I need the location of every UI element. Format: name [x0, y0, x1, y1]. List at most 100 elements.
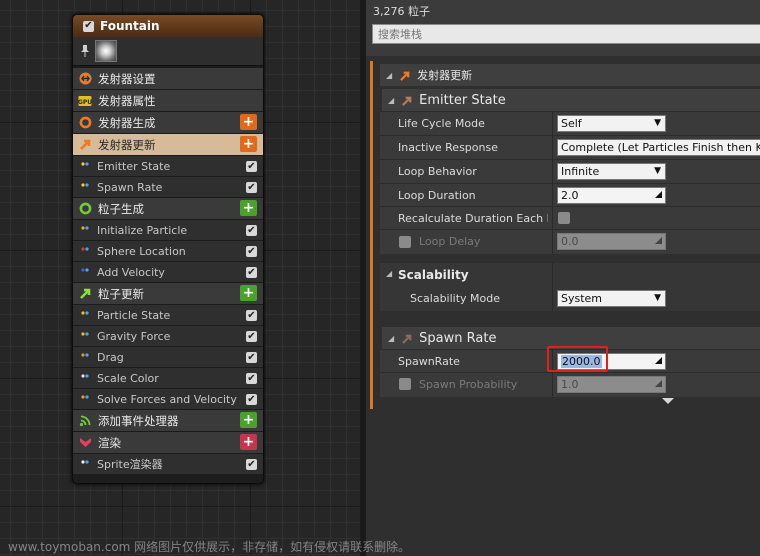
module-icon — [402, 96, 412, 106]
recalculate-duration-checkbox[interactable] — [558, 212, 570, 224]
module-label: Sprite渲染器 — [97, 458, 163, 471]
category-scalability: ◢ Scalability Scalability Mode System ▼ — [380, 262, 760, 311]
chevron-down-icon: ▼ — [654, 293, 661, 303]
collapse-icon[interactable]: ◢ — [386, 269, 392, 278]
property-inactive-response: Inactive Response Complete (Let Particle… — [380, 135, 760, 160]
stage-label: 发射器设置 — [98, 71, 156, 86]
module-label: Emitter State — [97, 159, 171, 173]
stage-particle-update[interactable]: 粒子更新 + — [73, 282, 263, 304]
emitter-name: Fountain — [100, 19, 160, 33]
module-enable-checkbox[interactable]: ✔ — [246, 310, 257, 321]
module-enable-checkbox[interactable]: ✔ — [246, 267, 257, 278]
chevron-down-icon: ▼ — [654, 166, 661, 176]
collapse-icon[interactable]: ◢ — [388, 96, 394, 105]
module-sphere-location[interactable]: Sphere Location ✔ — [73, 240, 263, 261]
stage-emitter-settings[interactable]: 发射器设置 — [73, 67, 263, 89]
module-add-velocity[interactable]: Add Velocity ✔ — [73, 261, 263, 282]
add-module-button[interactable]: + — [240, 136, 257, 152]
module-enable-checkbox[interactable]: ✔ — [246, 161, 257, 172]
expand-more-icon[interactable] — [662, 398, 674, 404]
pin-icon[interactable] — [79, 44, 91, 58]
search-stack-input[interactable] — [372, 24, 760, 44]
module-spawn-rate[interactable]: Spawn Rate ✔ — [73, 176, 263, 197]
stage-label: 添加事件处理器 — [98, 413, 179, 428]
property-label: Recalculate Duration Each Loop — [398, 212, 548, 225]
section-accent-bar — [370, 61, 373, 409]
scalability-mode-dropdown[interactable]: System ▼ — [557, 290, 666, 307]
module-label: Particle State — [97, 308, 171, 322]
input-value: 1.0 — [561, 378, 579, 391]
module-label: Gravity Force — [97, 329, 171, 343]
property-label: Spawn Probability — [419, 378, 518, 391]
module-label: Sphere Location — [97, 244, 186, 258]
stage-render[interactable]: 渲染 + — [73, 431, 263, 453]
module-enable-checkbox[interactable]: ✔ — [246, 246, 257, 257]
watermark-text: www.toymoban.com 网络图片仅供展示，非存储，如有侵权请联系删除。 — [8, 540, 411, 554]
property-loop-duration: Loop Duration 2.0 — [380, 183, 760, 208]
stage-label: 渲染 — [98, 435, 121, 450]
loop-delay-enable-checkbox[interactable] — [399, 236, 411, 248]
emitter-node-header[interactable]: ✔ Fountain — [73, 15, 263, 37]
module-enable-checkbox[interactable]: ✔ — [246, 182, 257, 193]
life-cycle-mode-dropdown[interactable]: Self ▼ — [557, 115, 666, 132]
module-drag[interactable]: Drag ✔ — [73, 346, 263, 367]
module-label: Initialize Particle — [97, 223, 188, 237]
emitter-enable-checkbox[interactable]: ✔ — [83, 20, 94, 32]
module-gravity-force[interactable]: Gravity Force ✔ — [73, 325, 263, 346]
property-loop-delay: Loop Delay 0.0 — [380, 229, 760, 254]
emitter-spawn-icon — [78, 116, 92, 130]
svg-text:GPU: GPU — [78, 99, 92, 106]
annotation-highlight-box — [547, 346, 608, 372]
module-label: Drag — [97, 350, 124, 364]
input-value: 0.0 — [561, 235, 579, 248]
module-particle-state[interactable]: Particle State ✔ — [73, 304, 263, 325]
module-type-icon — [79, 373, 91, 383]
module-type-icon — [79, 267, 91, 277]
module-type-icon — [79, 394, 91, 404]
emitter-node[interactable]: ✔ Fountain 发射器设置 GPU 发射器属性 发射器生成 + 发射器更新 + Emit… — [72, 14, 264, 484]
property-label: Inactive Response — [398, 141, 498, 154]
add-module-button[interactable]: + — [240, 285, 257, 301]
inactive-response-dropdown[interactable]: Complete (Let Particles Finish then Kill… — [557, 139, 760, 156]
module-enable-checkbox[interactable]: ✔ — [246, 373, 257, 384]
stage-label: 发射器生成 — [98, 115, 156, 130]
stage-particle-spawn[interactable]: 粒子生成 + — [73, 197, 263, 219]
module-type-icon — [79, 310, 91, 320]
particle-count: 3,276 粒子 — [373, 5, 430, 18]
category-emitter-state[interactable]: ◢ Emitter State — [382, 89, 760, 111]
property-label: Life Cycle Mode — [398, 117, 485, 130]
add-module-button[interactable]: + — [240, 114, 257, 130]
module-enable-checkbox[interactable]: ✔ — [246, 331, 257, 342]
resize-handle-icon — [655, 191, 662, 198]
stage-event-handler[interactable]: 添加事件处理器 + — [73, 409, 263, 431]
chevron-down-icon: ▼ — [654, 118, 661, 128]
module-type-icon — [79, 352, 91, 362]
section-header-emitter-update[interactable]: ◢ 发射器更新 — [380, 64, 760, 86]
spawn-probability-enable-checkbox[interactable] — [399, 378, 411, 390]
collapse-icon[interactable]: ◢ — [386, 71, 392, 80]
add-module-button[interactable]: + — [240, 200, 257, 216]
module-enable-checkbox[interactable]: ✔ — [246, 225, 257, 236]
module-sprite渲染器[interactable]: Sprite渲染器 ✔ — [73, 453, 263, 474]
module-initialize-particle[interactable]: Initialize Particle ✔ — [73, 219, 263, 240]
loop-duration-input[interactable]: 2.0 — [557, 187, 666, 204]
module-enable-checkbox[interactable]: ✔ — [246, 352, 257, 363]
resize-handle-icon — [655, 380, 662, 387]
add-module-button[interactable]: + — [240, 412, 257, 428]
add-module-button[interactable]: + — [240, 434, 257, 450]
module-type-icon — [79, 225, 91, 235]
resize-handle-icon — [655, 357, 662, 364]
module-solve-forces-and-velocity[interactable]: Solve Forces and Velocity ✔ — [73, 388, 263, 409]
property-spawn-probability: Spawn Probability 1.0 — [380, 372, 760, 397]
module-enable-checkbox[interactable]: ✔ — [246, 459, 257, 470]
particle-thumbnail[interactable] — [95, 40, 117, 62]
module-emitter-state[interactable]: Emitter State ✔ — [73, 155, 263, 176]
collapse-icon[interactable]: ◢ — [388, 334, 394, 343]
module-enable-checkbox[interactable]: ✔ — [246, 394, 257, 405]
module-scale-color[interactable]: Scale Color ✔ — [73, 367, 263, 388]
stage-emitter-update[interactable]: 发射器更新 + — [73, 133, 263, 155]
category-title: Emitter State — [419, 92, 506, 108]
stage-emitter-spawn[interactable]: 发射器生成 + — [73, 111, 263, 133]
stage-gpu[interactable]: GPU 发射器属性 — [73, 89, 263, 111]
loop-behavior-dropdown[interactable]: Infinite ▼ — [557, 163, 666, 180]
